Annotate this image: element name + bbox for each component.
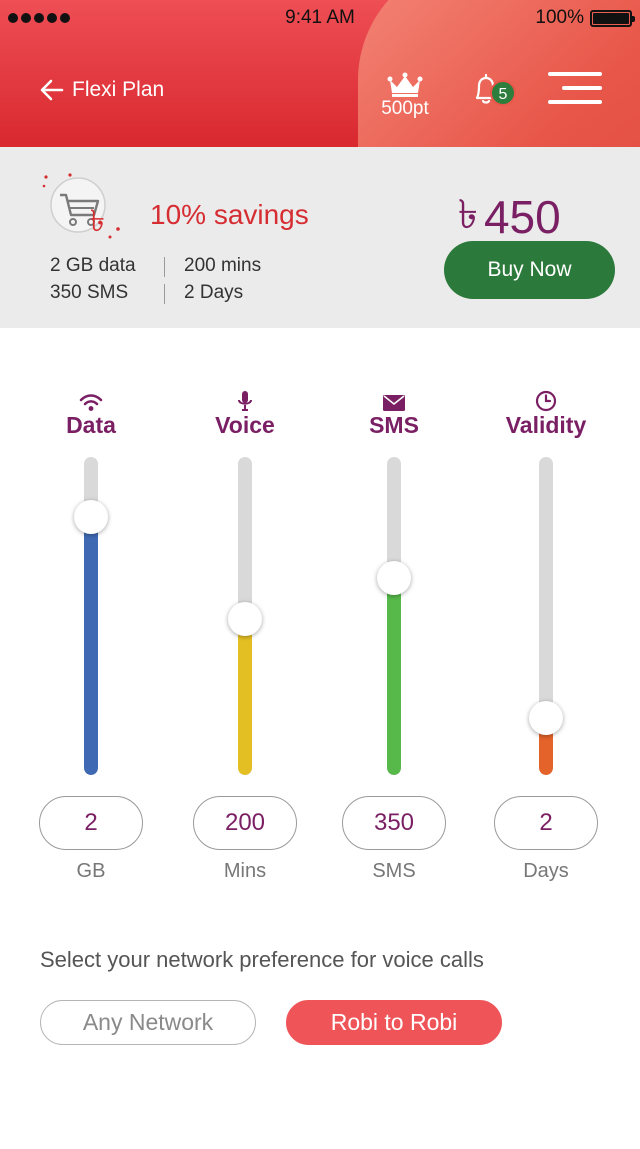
envelope-icon (383, 395, 405, 411)
data-unit-label: GB (76, 860, 106, 882)
slider-header-data: Data (31, 380, 151, 439)
slider-fill-voice (238, 619, 252, 775)
slider-thumb-voice[interactable] (228, 602, 262, 636)
back-button[interactable]: Flexi Plan (38, 76, 164, 104)
slider-label-data: Data (66, 412, 116, 438)
page-title: Flexi Plan (72, 78, 165, 101)
currency-symbol: ৳ (458, 193, 478, 237)
svg-text:৳: ৳ (90, 204, 105, 239)
clock-icon (535, 390, 557, 412)
slider-header-sms: SMS (334, 380, 454, 439)
sms-unit-label: SMS (372, 860, 416, 882)
slider-thumb-validity[interactable] (529, 701, 563, 735)
battery-icon (590, 10, 635, 27)
slider-fill-sms (387, 578, 401, 775)
back-arrow-icon (40, 79, 64, 101)
spec-validity: 2 Days (184, 282, 244, 303)
status-bar: 9:41 AM 100% (0, 0, 640, 36)
sms-value-field[interactable]: 350 (342, 796, 446, 850)
slider-header-voice: Voice (185, 380, 305, 439)
wifi-icon (79, 394, 103, 411)
spec-voice: 200 mins (184, 255, 262, 276)
price: ৳ 450 (458, 183, 561, 250)
divider (164, 257, 165, 277)
points-button[interactable]: 500pt (372, 72, 438, 120)
slider-header-validity: Validity (486, 380, 606, 439)
voice-value-field[interactable]: 200 (193, 796, 297, 850)
slider-label-sms: SMS (369, 412, 419, 438)
validity-unit-label: Days (523, 860, 569, 882)
slider-thumb-data[interactable] (74, 500, 108, 534)
robi-to-robi-option[interactable]: Robi to Robi (286, 1000, 502, 1045)
validity-value-field[interactable]: 2 (494, 796, 598, 850)
savings-text: 10% savings (150, 199, 309, 230)
spec-data: 2 GB data (50, 255, 136, 276)
cart-icon: ৳ (42, 173, 120, 239)
plan-summary: ৳ 10% savings 2 GB data 200 mins 350 SMS… (0, 147, 640, 328)
any-network-option[interactable]: Any Network (40, 1000, 256, 1045)
divider (164, 284, 165, 304)
buy-now-button[interactable]: Buy Now (444, 241, 615, 299)
slider-label-validity: Validity (505, 412, 587, 438)
network-preference-prompt: Select your network preference for voice… (40, 947, 484, 972)
microphone-icon (238, 391, 252, 411)
app-header: 9:41 AM 100% Flexi Plan 500pt 5 (0, 0, 640, 147)
notification-count-badge: 5 (490, 80, 516, 106)
price-value: 450 (483, 190, 561, 243)
slider-track-sms[interactable] (387, 457, 401, 775)
notifications-button[interactable]: 5 (468, 70, 516, 114)
crown-icon (387, 72, 423, 97)
data-value-field[interactable]: 2 (39, 796, 143, 850)
voice-unit-label: Mins (223, 860, 267, 882)
spec-sms: 350 SMS (50, 282, 129, 303)
slider-fill-data (84, 517, 98, 775)
menu-button[interactable] (546, 70, 602, 108)
battery-percentage: 100% (535, 7, 584, 28)
slider-thumb-sms[interactable] (377, 561, 411, 595)
slider-label-voice: Voice (215, 412, 275, 438)
points-label: 500pt (381, 98, 429, 119)
